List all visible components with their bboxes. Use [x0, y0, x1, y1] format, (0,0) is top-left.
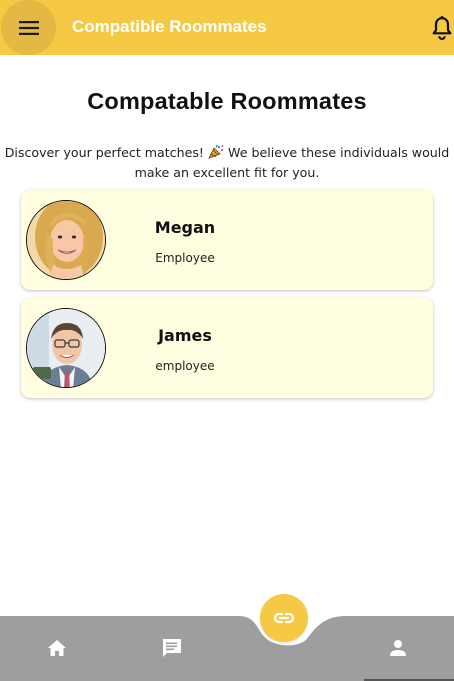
roommate-card[interactable]: James employee	[21, 298, 433, 398]
nav-home-button[interactable]	[37, 628, 77, 668]
nav-chat-button[interactable]	[151, 628, 191, 668]
intro-text: Discover your perfect matches! We believ…	[0, 143, 454, 183]
roommate-role: Employee	[155, 251, 215, 265]
party-popper-icon	[208, 145, 224, 159]
link-icon	[273, 612, 295, 624]
man-photo	[27, 309, 105, 387]
notification-button[interactable]	[430, 15, 454, 41]
nav-link-button[interactable]	[260, 594, 308, 642]
intro-line-1: Discover your perfect matches!	[4, 145, 204, 160]
avatar	[26, 308, 106, 388]
avatar	[26, 200, 106, 280]
app-bar: Compatible Roommates	[0, 0, 454, 55]
menu-icon	[18, 20, 39, 35]
intro-line-2: make an excellent fit for you.	[134, 165, 320, 180]
page-title: Compatable Roommates	[87, 88, 367, 114]
menu-button[interactable]	[1, 0, 56, 55]
roommate-role: employee	[155, 359, 215, 373]
home-icon	[48, 640, 66, 656]
roommate-name: James	[158, 326, 212, 345]
app-screen: Compatible Roommates Compatable Roommate…	[0, 0, 454, 681]
intro-line-1b: We believe these individuals would	[227, 145, 450, 160]
woman-photo	[27, 201, 105, 279]
roommate-card[interactable]: Megan Employee	[21, 190, 433, 290]
bottom-navigation	[0, 600, 454, 681]
nav-profile-button[interactable]	[378, 628, 418, 668]
chat-icon	[162, 639, 181, 657]
roommate-name: Megan	[154, 218, 216, 237]
bell-icon	[432, 16, 452, 40]
app-bar-title: Compatible Roommates	[72, 17, 267, 36]
person-icon	[390, 640, 406, 656]
